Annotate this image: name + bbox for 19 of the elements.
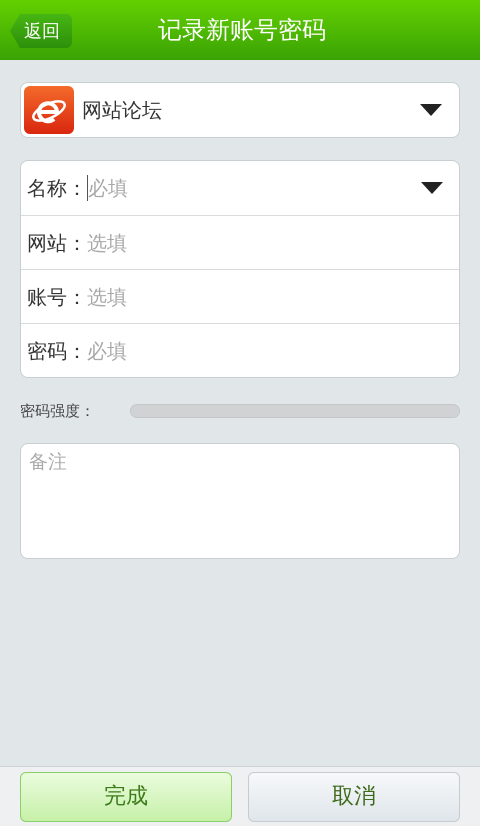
field-label: 名称： — [27, 175, 87, 202]
strength-label: 密码强度： — [20, 401, 96, 422]
input-field[interactable]: 选填 — [87, 276, 453, 316]
dropdown-arrow-icon[interactable] — [421, 182, 443, 194]
input-field[interactable]: 必填 — [87, 330, 453, 370]
browser-icon — [24, 86, 74, 134]
input-field[interactable]: 必填 — [88, 168, 421, 208]
field-label: 密码： — [27, 338, 87, 364]
field-label: 账号： — [27, 284, 87, 310]
category-label: 网站论坛 — [82, 97, 163, 124]
dropdown-arrow-icon — [420, 104, 442, 116]
notes-field[interactable]: 备注 — [20, 442, 460, 558]
cancel-button[interactable]: 取消 — [248, 772, 460, 822]
back-button[interactable]: 返回 — [10, 14, 72, 48]
input-field[interactable]: 选填 — [87, 222, 453, 262]
field-label: 网站： — [27, 230, 87, 256]
done-button[interactable]: 完成 — [20, 772, 232, 822]
category-dropdown[interactable]: 网站论坛 — [20, 82, 460, 138]
window-title: 记录新账号密码 — [157, 15, 326, 46]
